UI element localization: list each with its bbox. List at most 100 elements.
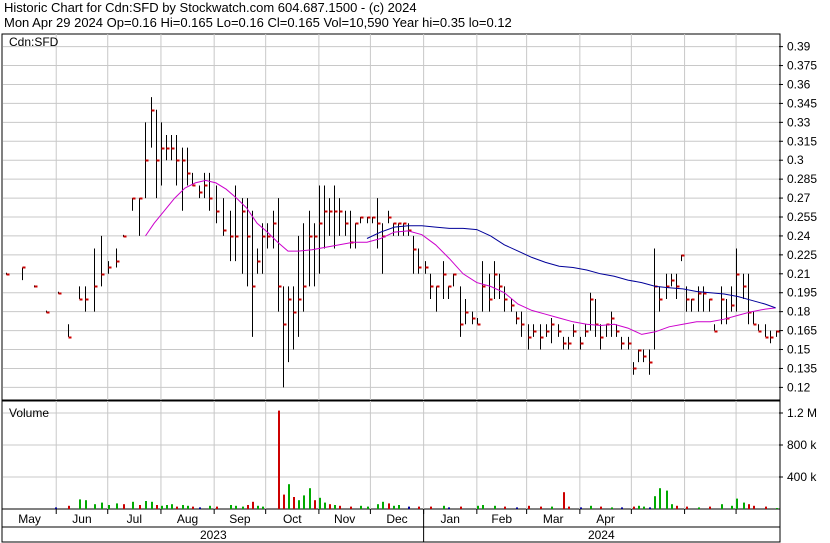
volume-bar bbox=[187, 505, 189, 509]
volume-bar bbox=[367, 506, 369, 509]
volume-bar bbox=[132, 501, 134, 509]
volume-bar bbox=[776, 508, 778, 509]
price-tick-label: 0.255 bbox=[787, 210, 817, 224]
volume-bar bbox=[314, 500, 316, 509]
month-label: Jan bbox=[441, 512, 460, 526]
volume-bar bbox=[108, 505, 110, 509]
year-label: 2024 bbox=[588, 528, 615, 542]
volume-bar bbox=[540, 506, 542, 509]
price-tick-label: 0.27 bbox=[787, 191, 811, 205]
volume-bar bbox=[171, 504, 173, 509]
volume-bar bbox=[101, 502, 103, 509]
volume-bar bbox=[116, 503, 118, 509]
volume-bar bbox=[161, 505, 163, 509]
volume-axis: 400 k 800 k 1.2 M bbox=[779, 406, 817, 484]
volume-bar bbox=[398, 505, 400, 509]
volume-bar bbox=[676, 505, 678, 509]
volume-bar bbox=[309, 488, 311, 509]
volume-bar bbox=[283, 494, 285, 509]
price-tick-label: 0.285 bbox=[787, 172, 817, 186]
price-tick-label: 0.33 bbox=[787, 115, 811, 129]
volume-bar bbox=[611, 507, 613, 509]
volume-bar bbox=[671, 504, 673, 509]
volume-bar bbox=[482, 505, 484, 509]
volume-bar bbox=[139, 505, 141, 509]
volume-bar bbox=[753, 505, 755, 509]
price-tick-label: 0.24 bbox=[787, 229, 811, 243]
volume-bar bbox=[709, 506, 711, 509]
volume-bar bbox=[334, 505, 336, 509]
volume-bar bbox=[633, 506, 635, 509]
price-tick-label: 0.3 bbox=[787, 153, 804, 167]
volume-bar bbox=[494, 505, 496, 509]
volume-bar bbox=[176, 506, 178, 509]
volume-bar bbox=[621, 507, 623, 509]
volume-bar bbox=[319, 497, 321, 509]
volume-tick-label: 1.2 M bbox=[787, 406, 817, 420]
volume-grid bbox=[3, 401, 779, 509]
volume-bar bbox=[448, 507, 450, 509]
volume-bar bbox=[382, 501, 384, 509]
volume-bar bbox=[590, 505, 592, 509]
year-axis-frame bbox=[1, 526, 781, 543]
year-label: 2023 bbox=[200, 528, 227, 542]
volume-bar bbox=[192, 506, 194, 509]
volume-bar bbox=[360, 505, 362, 509]
volume-bar bbox=[649, 507, 651, 509]
volume-bar bbox=[377, 504, 379, 509]
month-label: Feb bbox=[491, 512, 512, 526]
volume-bar bbox=[743, 502, 745, 509]
volume-bar bbox=[145, 501, 147, 509]
volume-bar bbox=[666, 490, 668, 509]
volume-bar bbox=[94, 504, 96, 509]
price-tick-label: 0.135 bbox=[787, 361, 817, 375]
volume-bar bbox=[151, 501, 153, 509]
price-tick-label: 0.195 bbox=[787, 286, 817, 300]
volume-bar bbox=[123, 504, 125, 509]
volume-bar bbox=[329, 504, 331, 509]
volume-bar bbox=[288, 484, 290, 509]
volume-bar bbox=[350, 506, 352, 509]
volume-bar bbox=[303, 495, 305, 509]
volume-bar bbox=[252, 501, 254, 509]
price-tick-label: 0.12 bbox=[787, 380, 811, 394]
price-panel-title: Cdn:SFD bbox=[9, 35, 59, 49]
volume-bar bbox=[504, 506, 506, 509]
volume-bar bbox=[643, 506, 645, 509]
price-tick-label: 0.165 bbox=[787, 324, 817, 338]
volume-bar bbox=[600, 506, 602, 509]
volume-bar bbox=[166, 505, 168, 509]
volume-bar bbox=[736, 498, 738, 509]
volume-bar bbox=[408, 506, 410, 509]
volume-bar bbox=[156, 505, 158, 509]
volume-bar bbox=[638, 505, 640, 509]
volume-bar bbox=[568, 506, 570, 509]
volume-bar bbox=[298, 500, 300, 509]
date-axis: May Jun Jul Aug Sep Oct Nov Dec Jan Feb Mar Apr 2023… bbox=[18, 509, 737, 542]
volume-bar bbox=[748, 504, 750, 509]
volume-bar bbox=[182, 505, 184, 509]
volume-tick-label: 800 k bbox=[787, 438, 817, 452]
volume-bar bbox=[242, 506, 244, 509]
volume-bar bbox=[551, 506, 553, 509]
volume-bar bbox=[293, 497, 295, 509]
volume-bar bbox=[230, 505, 232, 509]
volume-bar bbox=[686, 506, 688, 509]
month-label: Jul bbox=[127, 512, 142, 526]
month-label: Sep bbox=[229, 512, 251, 526]
volume-panel-title: Volume bbox=[9, 406, 49, 420]
price-tick-label: 0.21 bbox=[787, 267, 811, 281]
volume-panel-frame bbox=[1, 400, 781, 510]
price-tick-label: 0.225 bbox=[787, 248, 817, 262]
volume-bar bbox=[55, 507, 57, 509]
volume-bar bbox=[278, 410, 280, 509]
price-tick-label: 0.345 bbox=[787, 96, 817, 110]
stock-chart: 0.39 0.375 0.36 0.345 0.33 0.315 0.3 0.285 0.27 0… bbox=[1, 33, 817, 543]
volume-bar bbox=[324, 502, 326, 509]
month-label: Apr bbox=[596, 512, 615, 526]
volume-tick-label: 400 k bbox=[787, 470, 817, 484]
volume-bar bbox=[257, 505, 259, 509]
price-tick-label: 0.375 bbox=[787, 59, 817, 73]
volume-bar bbox=[430, 506, 432, 509]
month-label: May bbox=[18, 512, 41, 526]
